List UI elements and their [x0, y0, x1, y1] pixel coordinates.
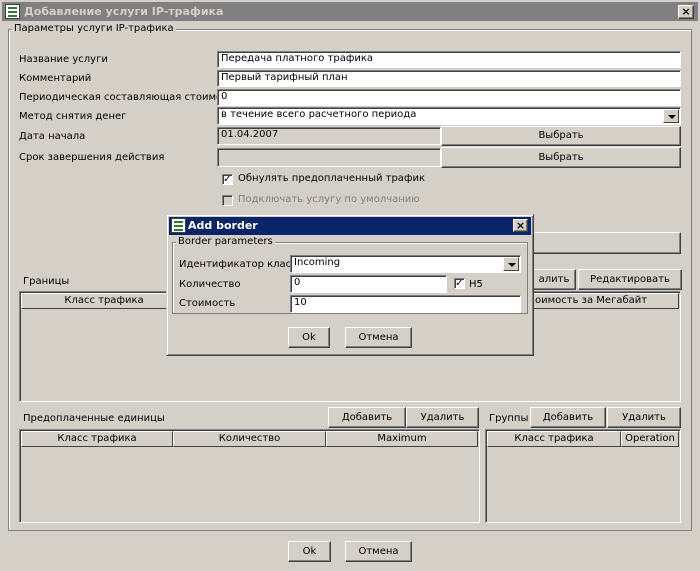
dialog-app-icon	[171, 218, 186, 233]
groups-col-operation[interactable]: Operation	[621, 431, 679, 447]
dialog-ok-button[interactable]: Ok	[288, 327, 330, 348]
comment-label: Комментарий	[19, 73, 92, 84]
groups-add-button[interactable]: Добавить	[530, 407, 606, 428]
start-date-choose-button[interactable]: Выбрать	[441, 126, 681, 146]
close-icon: ×	[681, 5, 691, 18]
borders-edit-button[interactable]: Редактировать	[578, 269, 682, 290]
payment-method-label: Метод снятия денег	[19, 111, 127, 122]
quantity-label: Количество	[179, 279, 241, 290]
ok-button[interactable]: Ok	[288, 541, 331, 562]
dialog-close-button[interactable]: ×	[513, 219, 528, 232]
hidden-wide-button[interactable]	[533, 232, 681, 254]
dialog-title: Add border	[188, 219, 258, 232]
service-name-input[interactable]: Передача платного трафика	[217, 51, 681, 68]
cost-label: Стоимость	[179, 298, 236, 309]
prepaid-col-class[interactable]: Класс трафика	[21, 431, 173, 447]
prepaid-label: Предоплаченные единицы	[23, 413, 165, 424]
check-icon: ✓	[455, 278, 464, 289]
default-connect-checkbox	[222, 195, 233, 206]
start-date-label: Дата начала	[19, 131, 86, 142]
reset-prepaid-checkbox[interactable]: ✓	[222, 174, 233, 185]
prepaid-col-quantity[interactable]: Количество	[173, 431, 326, 447]
comment-input[interactable]: Первый тарифный план	[217, 70, 681, 87]
borders-col-cost[interactable]: оимость за Мегабайт	[520, 293, 679, 309]
dialog-titlebar[interactable]: Add border ×	[169, 217, 531, 235]
prepaid-col-max[interactable]: Maximum	[326, 431, 478, 447]
window-titlebar[interactable]: Добавление услуги IP-трафика ×	[2, 2, 698, 21]
service-name-label: Название услуги	[19, 54, 108, 65]
end-date-field	[217, 148, 441, 167]
groups-label: Группы	[489, 413, 529, 424]
payment-method-select[interactable]: в течение всего расчетного периода	[217, 107, 681, 125]
cancel-button[interactable]: Отмена	[345, 541, 412, 562]
dialog-cancel-button[interactable]: Отмена	[345, 327, 412, 348]
h5-checkbox[interactable]: ✓	[454, 278, 465, 289]
quantity-input[interactable]: 0	[290, 275, 447, 293]
window-close-button[interactable]: ×	[678, 5, 694, 19]
cost-input[interactable]: 10	[290, 295, 521, 313]
end-date-label: Срок завершения действия	[19, 152, 165, 163]
reset-prepaid-label: Обнулять предоплаченный трафик	[238, 173, 426, 184]
groups-col-class[interactable]: Класс трафика	[487, 431, 621, 447]
borders-col-class[interactable]: Класс трафика	[21, 293, 187, 309]
service-params-legend: Параметры услуги IP-трафика	[12, 23, 176, 34]
class-id-label: Идентификатор класса	[179, 259, 303, 270]
start-date-field: 01.04.2007	[217, 127, 441, 145]
prepaid-add-button[interactable]: Добавить	[328, 407, 406, 428]
default-connect-label: Подключать услугу по умолчанию	[238, 194, 420, 205]
app-icon	[5, 4, 20, 19]
prepaid-delete-button[interactable]: Удалить	[406, 407, 479, 428]
periodic-cost-input[interactable]: 0	[217, 89, 681, 106]
groups-delete-button[interactable]: Удалить	[607, 407, 681, 428]
window-title: Добавление услуги IP-трафика	[24, 5, 224, 18]
end-date-choose-button[interactable]: Выбрать	[441, 147, 681, 168]
chevron-down-icon[interactable]	[663, 109, 679, 123]
chevron-down-icon[interactable]	[503, 257, 519, 271]
h5-label: H5	[469, 279, 483, 290]
periodic-cost-label: Периодическая составляющая стоимости	[19, 92, 240, 103]
borders-label: Границы	[23, 276, 70, 287]
close-icon: ×	[515, 219, 526, 232]
check-icon: ✓	[223, 174, 232, 185]
class-id-select[interactable]: Incoming	[290, 255, 521, 273]
border-params-legend: Border parameters	[176, 236, 275, 247]
